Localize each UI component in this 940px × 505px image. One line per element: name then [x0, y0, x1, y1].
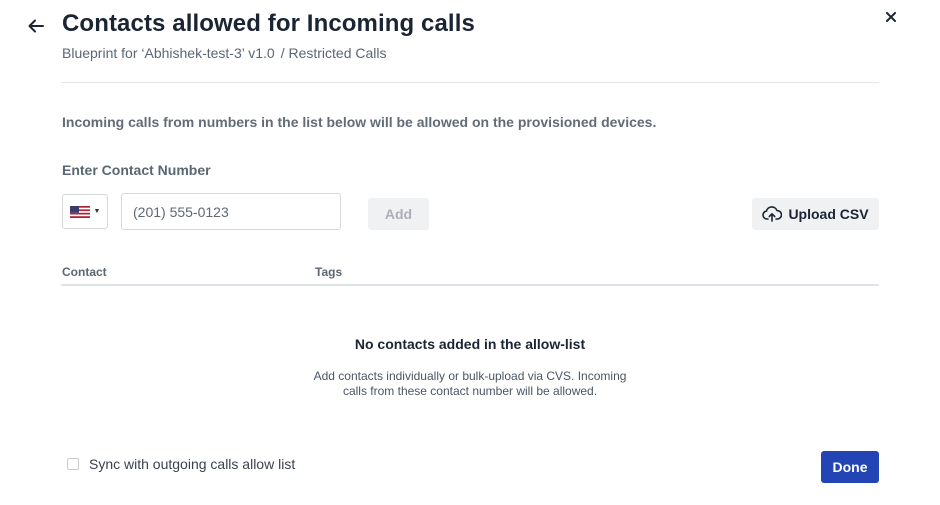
sync-outgoing-toggle[interactable]: Sync with outgoing calls allow list: [67, 456, 295, 472]
country-code-select[interactable]: ▼: [62, 194, 108, 229]
cloud-upload-icon: [762, 206, 783, 222]
description-text: Incoming calls from numbers in the list …: [62, 114, 657, 130]
arrow-left-icon: [28, 19, 44, 33]
sync-label: Sync with outgoing calls allow list: [89, 456, 296, 472]
close-button[interactable]: [882, 8, 900, 26]
column-header-tags: Tags: [315, 265, 343, 279]
sync-checkbox[interactable]: [67, 458, 79, 470]
table-header-divider: [61, 284, 879, 286]
page-title: Contacts allowed for Incoming calls: [62, 10, 475, 37]
us-flag-icon: [69, 205, 90, 218]
add-button[interactable]: Add: [368, 198, 429, 230]
close-icon: [886, 12, 896, 22]
breadcrumb-section: / Restricted Calls: [280, 45, 387, 61]
header-divider: [61, 82, 879, 83]
breadcrumb-blueprint: Blueprint for ‘Abhishek-test-3’ v1.0: [62, 45, 275, 61]
chevron-down-icon: ▼: [93, 208, 101, 215]
upload-csv-label: Upload CSV: [788, 206, 869, 222]
breadcrumb: Blueprint for ‘Abhishek-test-3’ v1.0 / Re…: [62, 45, 387, 61]
empty-state-description: Add contacts individually or bulk-upload…: [313, 369, 627, 398]
phone-number-input[interactable]: [121, 193, 341, 230]
upload-csv-button[interactable]: Upload CSV: [752, 198, 879, 230]
contact-number-label: Enter Contact Number: [62, 162, 211, 178]
column-header-contact: Contact: [62, 265, 107, 279]
done-button[interactable]: Done: [821, 451, 879, 483]
back-button[interactable]: [26, 16, 46, 36]
empty-state-title: No contacts added in the allow-list: [354, 336, 586, 352]
